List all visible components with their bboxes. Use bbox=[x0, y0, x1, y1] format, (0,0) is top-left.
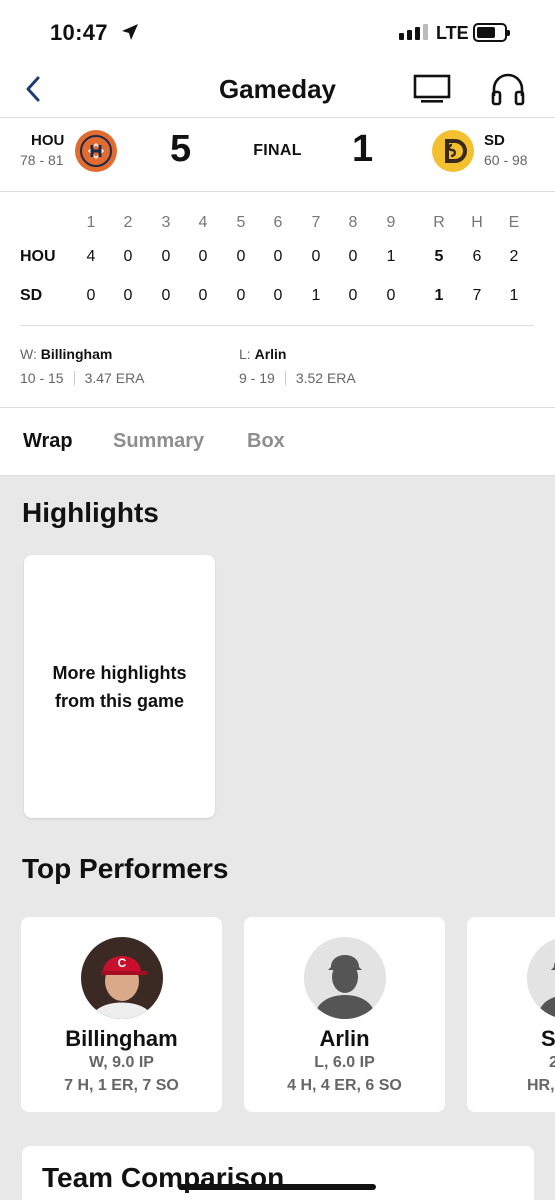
winning-pitcher-stats: 10 - 15 3.47 ERA bbox=[20, 370, 145, 386]
inning-header: 9 bbox=[386, 214, 396, 231]
home-team-abbr: SD bbox=[484, 132, 505, 149]
tv-icon[interactable] bbox=[413, 74, 451, 104]
performer-line2: 4 H, 4 ER, 6 SO bbox=[287, 1077, 402, 1094]
more-highlights-label: More highlights from this game bbox=[52, 662, 187, 711]
tab-summary[interactable]: Summary bbox=[113, 430, 204, 453]
inning-score: 1 bbox=[386, 248, 396, 265]
performer-name: Arlin bbox=[319, 1026, 370, 1051]
network-label: LTE bbox=[436, 23, 469, 43]
losing-pitcher-era: 3.52 ERA bbox=[295, 370, 356, 386]
inning-score: 0 bbox=[348, 248, 358, 265]
score-header: HOU 78 - 81 5 FINAL 1 SD 60 - 98 bbox=[0, 118, 555, 192]
losing-pitcher-stats: 9 - 19 3.52 ERA bbox=[239, 370, 356, 386]
performer-line2: HR, bbox=[527, 1077, 555, 1094]
runs-header: R bbox=[433, 214, 445, 231]
inning-score: 0 bbox=[86, 287, 96, 304]
inning-score: 0 bbox=[273, 248, 283, 265]
separator bbox=[284, 371, 286, 385]
total-errors: 1 bbox=[509, 287, 519, 304]
status-bar: 10:47 LTE bbox=[0, 0, 555, 64]
losing-pitcher-name: Arlin bbox=[254, 346, 287, 362]
highlights-title: Highlights bbox=[22, 497, 159, 528]
inning-score: 1 bbox=[311, 287, 321, 304]
performer-line2: 7 H, 1 ER, 7 SO bbox=[64, 1077, 179, 1094]
svg-text:C: C bbox=[117, 956, 126, 970]
inning-score: 0 bbox=[273, 287, 283, 304]
total-errors: 2 bbox=[509, 248, 519, 265]
inning-score: 0 bbox=[123, 248, 133, 265]
performer-card[interactable]: Arlin L, 6.0 IP 4 H, 4 ER, 6 SO bbox=[244, 917, 445, 1112]
winning-pitcher-record: 10 - 15 bbox=[20, 370, 64, 386]
linescore-team-away: HOU bbox=[20, 248, 56, 265]
padres-logo bbox=[432, 130, 474, 172]
losing-pitcher-record: 9 - 19 bbox=[239, 370, 275, 386]
total-runs: 1 bbox=[434, 287, 444, 304]
total-hits: 7 bbox=[472, 287, 482, 304]
inning-score: 0 bbox=[348, 287, 358, 304]
performer-card[interactable]: S 2 HR, bbox=[467, 917, 555, 1112]
inning-score: 0 bbox=[311, 248, 321, 265]
linescore: 1 2 3 4 5 6 7 8 9 R H E HOU 4 0 0 0 0 0 … bbox=[0, 192, 555, 408]
home-team-runs: 1 bbox=[352, 128, 374, 170]
inning-header: 6 bbox=[273, 214, 283, 231]
performer-name: Billingham bbox=[65, 1026, 178, 1051]
tab-bar: Wrap Summary Box bbox=[0, 408, 555, 476]
inning-header: 2 bbox=[123, 214, 133, 231]
inning-score: 0 bbox=[198, 287, 208, 304]
performer-line1: 2 bbox=[549, 1054, 555, 1071]
nav-bar: Gameday bbox=[0, 64, 555, 118]
total-runs: 5 bbox=[434, 248, 444, 265]
status-time: 10:47 bbox=[50, 20, 108, 45]
performer-name: S bbox=[541, 1026, 555, 1051]
win-label: W: bbox=[20, 346, 37, 362]
player-avatar: C bbox=[80, 937, 163, 1019]
team-comparison-card[interactable]: Team Comparison bbox=[22, 1146, 534, 1200]
inning-score: 0 bbox=[161, 287, 171, 304]
divider bbox=[20, 325, 534, 326]
inning-score: 0 bbox=[198, 248, 208, 265]
player-silhouette-icon bbox=[527, 937, 555, 1019]
inning-header: 4 bbox=[198, 214, 208, 231]
inning-score: 0 bbox=[236, 248, 246, 265]
inning-score: 0 bbox=[386, 287, 396, 304]
performer-line1: W, 9.0 IP bbox=[89, 1054, 154, 1071]
losing-pitcher[interactable]: L: Arlin bbox=[239, 346, 286, 362]
home-team-record: 60 - 98 bbox=[484, 152, 528, 168]
loss-label: L: bbox=[239, 346, 251, 362]
top-performers-title: Top Performers bbox=[22, 853, 229, 884]
inning-header: 5 bbox=[236, 214, 246, 231]
inning-header: 3 bbox=[161, 214, 171, 231]
battery-icon bbox=[473, 23, 510, 42]
player-silhouette-icon bbox=[303, 937, 386, 1019]
winning-pitcher-name: Billingham bbox=[40, 346, 113, 362]
signal-icon bbox=[399, 24, 428, 40]
inning-header: 8 bbox=[348, 214, 358, 231]
linescore-team-home: SD bbox=[20, 287, 43, 304]
home-indicator[interactable] bbox=[178, 1184, 376, 1190]
tab-wrap[interactable]: Wrap bbox=[23, 430, 73, 453]
more-highlights-card[interactable]: More highlights from this game bbox=[24, 555, 215, 818]
winning-pitcher[interactable]: W: Billingham bbox=[20, 346, 112, 362]
winning-pitcher-era: 3.47 ERA bbox=[84, 370, 145, 386]
performer-card[interactable]: C Billingham W, 9.0 IP 7 H, 1 ER, 7 SO bbox=[21, 917, 222, 1112]
location-arrow-icon bbox=[122, 24, 138, 40]
inning-score: 0 bbox=[123, 287, 133, 304]
inning-score: 0 bbox=[236, 287, 246, 304]
inning-score: 0 bbox=[161, 248, 171, 265]
errors-header: E bbox=[508, 214, 520, 231]
tab-box[interactable]: Box bbox=[247, 430, 285, 453]
separator bbox=[73, 371, 75, 385]
performer-line1: L, 6.0 IP bbox=[314, 1054, 375, 1071]
page-title: Gameday bbox=[218, 74, 337, 104]
total-hits: 6 bbox=[472, 248, 482, 265]
inning-header: 1 bbox=[86, 214, 96, 231]
headphones-icon[interactable] bbox=[490, 72, 526, 106]
hits-header: H bbox=[471, 214, 483, 231]
inning-header: 7 bbox=[311, 214, 321, 231]
inning-score: 4 bbox=[86, 248, 96, 265]
